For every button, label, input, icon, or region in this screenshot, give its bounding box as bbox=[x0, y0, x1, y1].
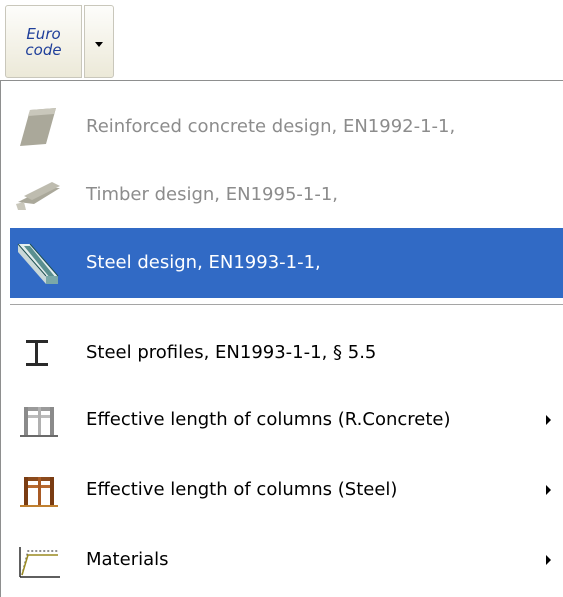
material-curve-icon bbox=[16, 539, 60, 581]
menu-item-label: Timber design, EN1995-1-1, bbox=[86, 184, 339, 205]
menu-item-label: Effective length of columns (R.Concrete) bbox=[86, 409, 451, 430]
menu-item-steel-design[interactable]: Steel design, EN1993-1-1, bbox=[10, 228, 563, 298]
eurocode-button-label-line1: Euro bbox=[26, 25, 61, 43]
menu-top-border bbox=[113, 80, 563, 81]
eurocode-dropdown-button[interactable] bbox=[84, 5, 114, 78]
steel-beam-icon bbox=[16, 242, 60, 284]
eurocode-button-label-line2: code bbox=[25, 41, 62, 59]
menu-item-materials[interactable]: Materials bbox=[10, 525, 563, 595]
submenu-arrow-icon bbox=[546, 415, 551, 425]
menu-separator bbox=[10, 304, 563, 306]
eurocode-button[interactable]: Euro code bbox=[5, 5, 82, 78]
steel-frame-icon bbox=[16, 469, 60, 511]
menu-item-steel-profiles[interactable]: Steel profiles, EN1993-1-1, § 5.5 bbox=[10, 318, 563, 388]
menu-item-reinforced-concrete[interactable]: Reinforced concrete design, EN1992-1-1, bbox=[10, 92, 563, 162]
menu-item-label: Steel design, EN1993-1-1, bbox=[86, 252, 321, 273]
menu-item-label: Materials bbox=[86, 549, 169, 570]
menu-item-effective-length-concrete[interactable]: Effective length of columns (R.Concrete) bbox=[10, 385, 563, 455]
submenu-arrow-icon bbox=[546, 485, 551, 495]
menu-item-label: Steel profiles, EN1993-1-1, § 5.5 bbox=[86, 342, 377, 363]
timber-beam-icon bbox=[16, 174, 60, 216]
chevron-down-icon bbox=[95, 42, 103, 47]
menu-item-effective-length-steel[interactable]: Effective length of columns (Steel) bbox=[10, 455, 563, 525]
submenu-arrow-icon bbox=[546, 555, 551, 565]
concrete-slab-icon bbox=[16, 106, 60, 148]
i-profile-icon bbox=[16, 332, 60, 374]
concrete-frame-icon bbox=[16, 399, 60, 441]
menu-item-timber[interactable]: Timber design, EN1995-1-1, bbox=[10, 160, 563, 230]
menu-item-label: Effective length of columns (Steel) bbox=[86, 479, 398, 500]
menu-item-label: Reinforced concrete design, EN1992-1-1, bbox=[86, 116, 456, 137]
